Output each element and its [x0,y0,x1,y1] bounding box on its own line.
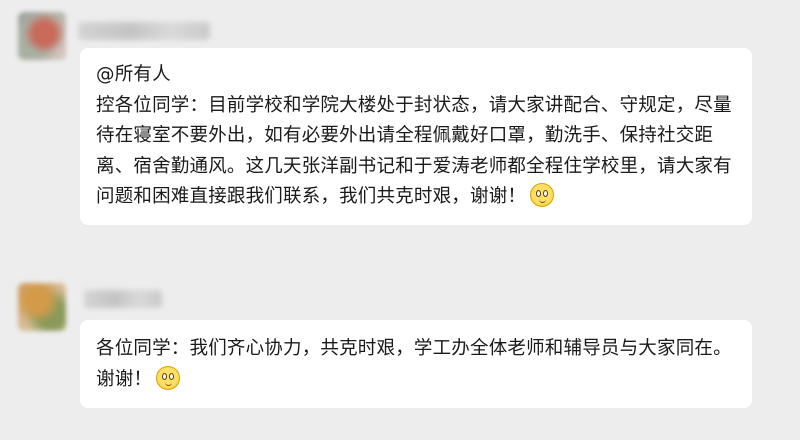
sender-name-blurred [84,290,162,308]
message-text: 各位同学：我们齐心协力，共克时艰，学工办全体老师和辅导员与大家同在。谢谢！ [96,338,732,390]
sender-name-blurred [78,22,210,40]
smile-emoji-icon [530,183,555,207]
message-bubble[interactable]: 各位同学：我们齐心协力，共克时艰，学工办全体老师和辅导员与大家同在。谢谢！ [80,320,752,408]
avatar[interactable] [18,283,66,331]
smile-emoji-icon [156,365,181,390]
message-text: 控各位同学：目前学校和学院大楼处于封状态，请大家讲配合、守规定，尽量待在寝室不要… [96,94,732,208]
message-bubble[interactable]: @所有人 控各位同学：目前学校和学院大楼处于封状态，请大家讲配合、守规定，尽量待在… [80,48,752,225]
mention-all[interactable]: @所有人 [96,60,736,91]
avatar[interactable] [18,12,66,60]
